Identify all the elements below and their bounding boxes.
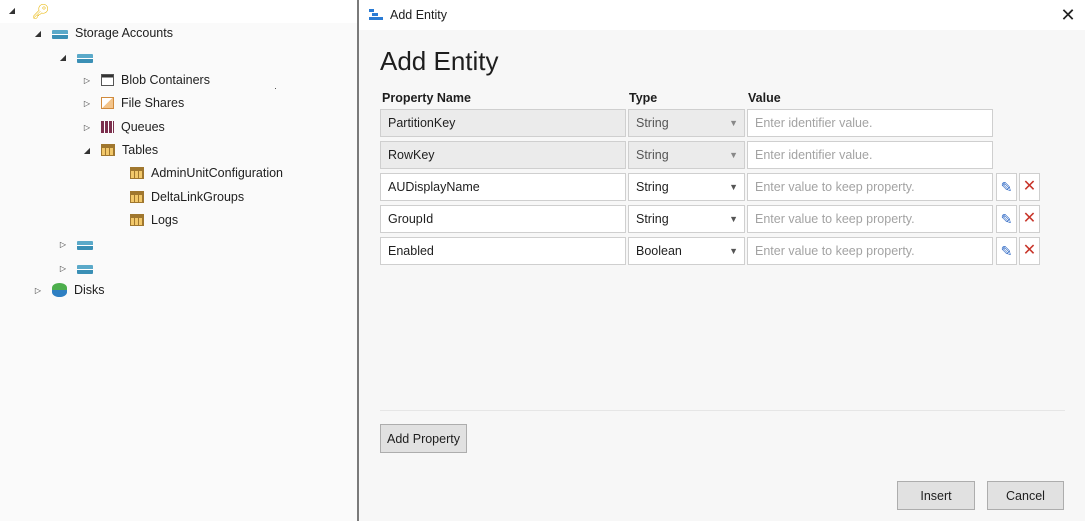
tree-label: Logs	[151, 213, 179, 227]
collapse-arrow-icon[interactable]: ◢	[57, 51, 69, 63]
expand-arrow-icon[interactable]: ▷	[57, 238, 69, 250]
expand-arrow-icon[interactable]: ▷	[81, 121, 93, 133]
file-share-icon	[101, 97, 114, 109]
table-icon	[130, 167, 144, 179]
type-select[interactable]: Boolean ▼	[628, 237, 745, 265]
column-header-value: Value	[748, 91, 781, 105]
delete-property-button[interactable]: ✕	[1019, 237, 1040, 265]
tree-node-queues[interactable]: ▷ Queues	[81, 117, 165, 137]
chevron-down-icon: ▼	[729, 118, 738, 128]
type-select: String ▼	[628, 109, 745, 137]
table-icon	[130, 191, 144, 203]
tree-label: Queues	[121, 120, 165, 134]
insert-button[interactable]: Insert	[897, 481, 975, 510]
type-select-value: Boolean	[636, 244, 682, 258]
property-name-input[interactable]: Enabled	[380, 237, 626, 265]
property-name-input[interactable]: GroupId	[380, 205, 626, 233]
expand-arrow-icon[interactable]: ▷	[81, 74, 93, 86]
tree-label: Tables	[122, 143, 159, 157]
storage-account-icon	[77, 264, 93, 274]
chevron-down-icon: ▼	[729, 182, 738, 192]
tree-node-tables[interactable]: ◢ Tables	[81, 140, 158, 160]
collapse-arrow-icon[interactable]: ◢	[81, 144, 93, 156]
pencil-icon: ✎	[1000, 242, 1013, 259]
close-icon[interactable]: ✕	[1057, 4, 1079, 26]
type-select: String ▼	[628, 141, 745, 169]
pencil-icon: ✎	[1000, 210, 1013, 227]
add-entity-dialog: Add Entity ✕ Add Entity Property Name Ty…	[359, 0, 1085, 521]
dialog-content: Add Entity Property Name Type Value Part…	[359, 30, 1085, 521]
tree-label: DeltaLinkGroups	[151, 190, 245, 204]
delete-property-button[interactable]: ✕	[1019, 205, 1040, 233]
divider	[380, 410, 1065, 411]
chevron-down-icon: ▼	[729, 150, 738, 160]
value-input[interactable]: Enter value to keep property.	[747, 237, 993, 265]
column-header-type: Type	[629, 91, 658, 105]
type-select-value: String	[636, 148, 669, 162]
edit-property-button[interactable]: ✎	[996, 237, 1017, 265]
dialog-titlebar: Add Entity	[359, 0, 1085, 30]
tree-node-disks[interactable]: ▷ Disks	[32, 280, 105, 300]
close-icon: ✕	[1022, 178, 1037, 195]
tree-top-row	[0, 0, 357, 23]
collapse-arrow-icon[interactable]: ◢	[6, 4, 18, 16]
tree-node-subscription[interactable]: ◢	[6, 0, 26, 20]
type-select[interactable]: String ▼	[628, 205, 745, 233]
storage-account-icon	[77, 240, 93, 250]
tree-label: File Shares	[121, 96, 185, 110]
tree-node-table[interactable]: AdminUnitConfiguration	[130, 163, 283, 183]
storage-accounts-icon	[52, 29, 68, 39]
value-input[interactable]: Enter value to keep property.	[747, 173, 993, 201]
table-icon	[130, 214, 144, 226]
explorer-tree: ◢ 🔑︎ ◢ Storage Accounts ◢ ▷ Blob Contain…	[0, 0, 357, 521]
pencil-icon: ✎	[1000, 178, 1013, 195]
edit-property-button[interactable]: ✎	[996, 205, 1017, 233]
table-icon	[101, 144, 115, 156]
tree-node-storage-account-1[interactable]: ◢	[57, 47, 100, 67]
value-input[interactable]: Enter identifier value.	[747, 141, 993, 169]
value-input[interactable]: Enter value to keep property.	[747, 205, 993, 233]
chevron-down-icon: ▼	[729, 214, 738, 224]
stray-dot	[275, 88, 276, 89]
property-name-input[interactable]: AUDisplayName	[380, 173, 626, 201]
edit-property-button[interactable]: ✎	[996, 173, 1017, 201]
type-select-value: String	[636, 180, 669, 194]
expand-arrow-icon[interactable]: ▷	[57, 262, 69, 274]
column-header-property-name: Property Name	[382, 91, 471, 105]
dialog-window-title: Add Entity	[390, 8, 447, 22]
cancel-button[interactable]: Cancel	[987, 481, 1064, 510]
tree-label: Blob Containers	[121, 73, 210, 87]
add-entity-app-icon	[369, 8, 383, 22]
page-title: Add Entity	[380, 46, 499, 76]
chevron-down-icon: ▼	[729, 246, 738, 256]
storage-account-icon	[77, 53, 93, 63]
tree-node-storage-accounts[interactable]: ◢ Storage Accounts	[32, 23, 173, 43]
queue-icon	[101, 121, 114, 133]
close-icon: ✕	[1022, 210, 1037, 227]
tree-node-table[interactable]: Logs	[130, 210, 178, 230]
delete-property-button[interactable]: ✕	[1019, 173, 1040, 201]
type-select[interactable]: String ▼	[628, 173, 745, 201]
tree-node-file-shares[interactable]: ▷ File Shares	[81, 93, 184, 113]
collapse-arrow-icon[interactable]: ◢	[32, 27, 44, 39]
tree-node-storage-account-3[interactable]: ▷	[57, 258, 100, 278]
add-property-button[interactable]: Add Property	[380, 424, 467, 453]
disk-icon	[52, 283, 67, 297]
property-name-field: RowKey	[380, 141, 626, 169]
value-input[interactable]: Enter identifier value.	[747, 109, 993, 137]
tree-label: AdminUnitConfiguration	[151, 166, 284, 180]
property-name-field: PartitionKey	[380, 109, 626, 137]
expand-arrow-icon[interactable]: ▷	[32, 284, 44, 296]
close-icon: ✕	[1022, 242, 1037, 259]
tree-label: Storage Accounts	[75, 26, 173, 40]
tree-node-table[interactable]: DeltaLinkGroups	[130, 187, 244, 207]
blob-container-icon	[101, 74, 114, 86]
expand-arrow-icon[interactable]: ▷	[81, 97, 93, 109]
tree-node-storage-account-2[interactable]: ▷	[57, 234, 100, 254]
tree-node-blob-containers[interactable]: ▷ Blob Containers	[81, 70, 210, 90]
key-icon: 🔑︎	[32, 3, 50, 19]
type-select-value: String	[636, 116, 669, 130]
tree-label: Disks	[74, 283, 105, 297]
type-select-value: String	[636, 212, 669, 226]
